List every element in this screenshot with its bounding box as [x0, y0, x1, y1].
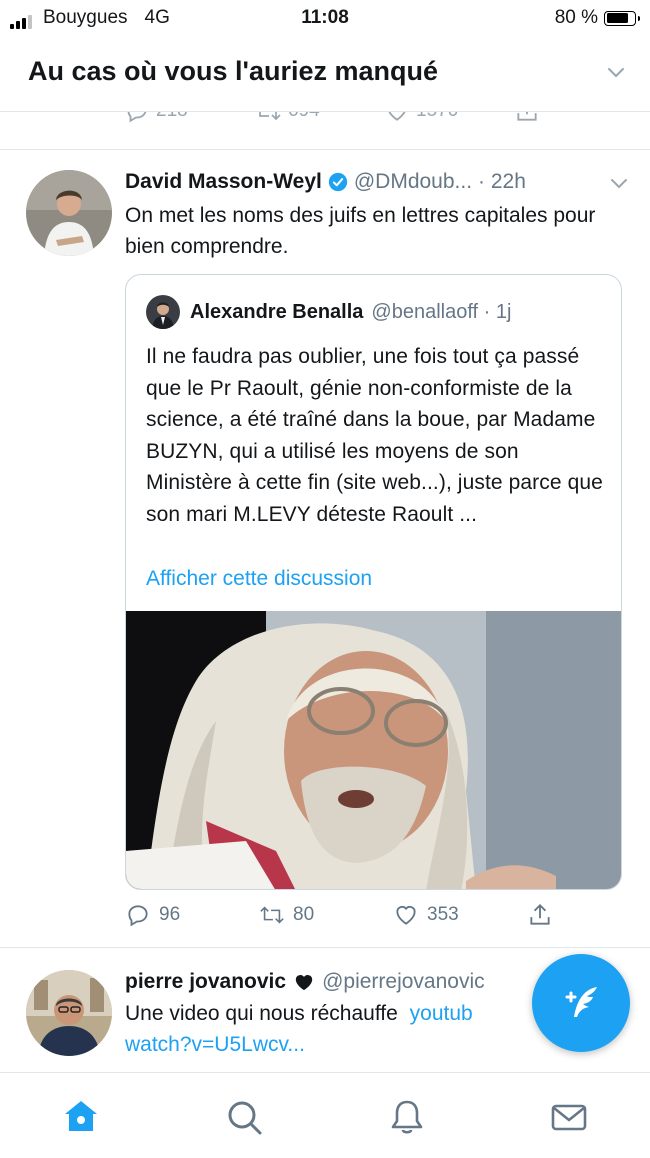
black-heart-emoji-icon: [295, 975, 313, 991]
reply-count: 218: [156, 112, 188, 122]
reply-count: 96: [159, 904, 181, 925]
page-title: Au cas où vous l'auriez manqué: [28, 56, 439, 86]
battery-icon: [604, 10, 640, 26]
quoted-avatar: [146, 295, 180, 329]
previous-tweet-actions: 218 694 1570: [0, 112, 650, 150]
quoted-tweet-header: Alexandre Benalla @benallaoff · 1j: [146, 295, 511, 329]
quoted-tweet-photo[interactable]: [126, 611, 622, 890]
retweet-count: 80: [293, 904, 315, 925]
author-handle[interactable]: @DMdoub...: [354, 170, 472, 194]
reply-icon: [127, 112, 147, 123]
status-bar: Bouygues 4G 11:08 80 %: [0, 0, 650, 36]
battery-percent: 80 %: [554, 7, 598, 28]
tweet-link-continued[interactable]: watch?v=U5Lwcv...: [125, 1033, 305, 1056]
tweet-actions: 96 80 353: [125, 902, 650, 928]
tweet-text: On met les noms des juifs en lettres cap…: [125, 204, 596, 258]
heart-icon: [388, 112, 406, 121]
share-button[interactable]: [527, 902, 650, 928]
retweet-button[interactable]: 80: [259, 902, 393, 928]
quoted-author-handle: @benallaoff · 1j: [371, 300, 512, 323]
clock: 11:08: [301, 7, 349, 28]
retweet-count: 694: [288, 112, 320, 122]
compose-tweet-button[interactable]: [532, 954, 630, 1052]
tweet[interactable]: David Masson-Weyl @DMdoub... · 22h On me…: [0, 150, 650, 948]
retweet-icon: [259, 112, 281, 121]
author-handle[interactable]: @pierrejovanovic: [322, 970, 485, 994]
quoted-tweet[interactable]: Alexandre Benalla @benallaoff · 1j Il ne…: [125, 274, 622, 890]
author-name[interactable]: pierre jovanovic: [125, 970, 286, 994]
battery-status: 80 %: [554, 7, 640, 29]
show-thread-link[interactable]: Afficher cette discussion: [146, 567, 372, 591]
retweet-button[interactable]: 694: [254, 112, 384, 124]
verified-badge-icon: [328, 172, 348, 192]
search-icon[interactable]: [224, 1097, 264, 1137]
author-name[interactable]: David Masson-Weyl: [125, 170, 322, 194]
avatar[interactable]: [26, 970, 112, 1056]
bottom-tab-bar: [0, 1072, 650, 1158]
tweet-link[interactable]: youtub: [410, 1002, 473, 1025]
tweet-text-body: Une video qui nous réchauffe: [125, 1002, 398, 1025]
heart-icon: [396, 906, 416, 925]
quoted-tweet-text: Il ne faudra pas oublier, une fois tout …: [146, 345, 603, 526]
tweet-menu-chevron-icon[interactable]: [610, 176, 628, 190]
retweet-icon: [260, 906, 284, 924]
reply-button[interactable]: 96: [125, 902, 259, 928]
share-button[interactable]: [514, 112, 644, 124]
quoted-author-name: Alexandre Benalla: [190, 300, 364, 323]
reply-button[interactable]: 218: [124, 112, 254, 124]
compose-tweet-icon: [565, 987, 597, 1017]
like-count: 1570: [416, 112, 458, 122]
tweet-header: David Masson-Weyl @DMdoub... · 22h: [125, 170, 628, 194]
home-icon[interactable]: [61, 1097, 101, 1137]
messages-icon[interactable]: [549, 1097, 589, 1137]
chevron-down-icon[interactable]: [606, 62, 626, 82]
share-icon: [530, 903, 550, 925]
timeline-header: Au cas où vous l'auriez manqué: [0, 36, 650, 112]
share-icon: [517, 112, 537, 121]
avatar[interactable]: [26, 170, 112, 256]
reply-icon: [128, 905, 148, 927]
like-button[interactable]: 353: [393, 902, 527, 928]
notifications-icon[interactable]: [387, 1097, 427, 1137]
like-button[interactable]: 1570: [384, 112, 514, 124]
tweet-time: · 22h: [478, 170, 526, 193]
like-count: 353: [427, 904, 459, 925]
